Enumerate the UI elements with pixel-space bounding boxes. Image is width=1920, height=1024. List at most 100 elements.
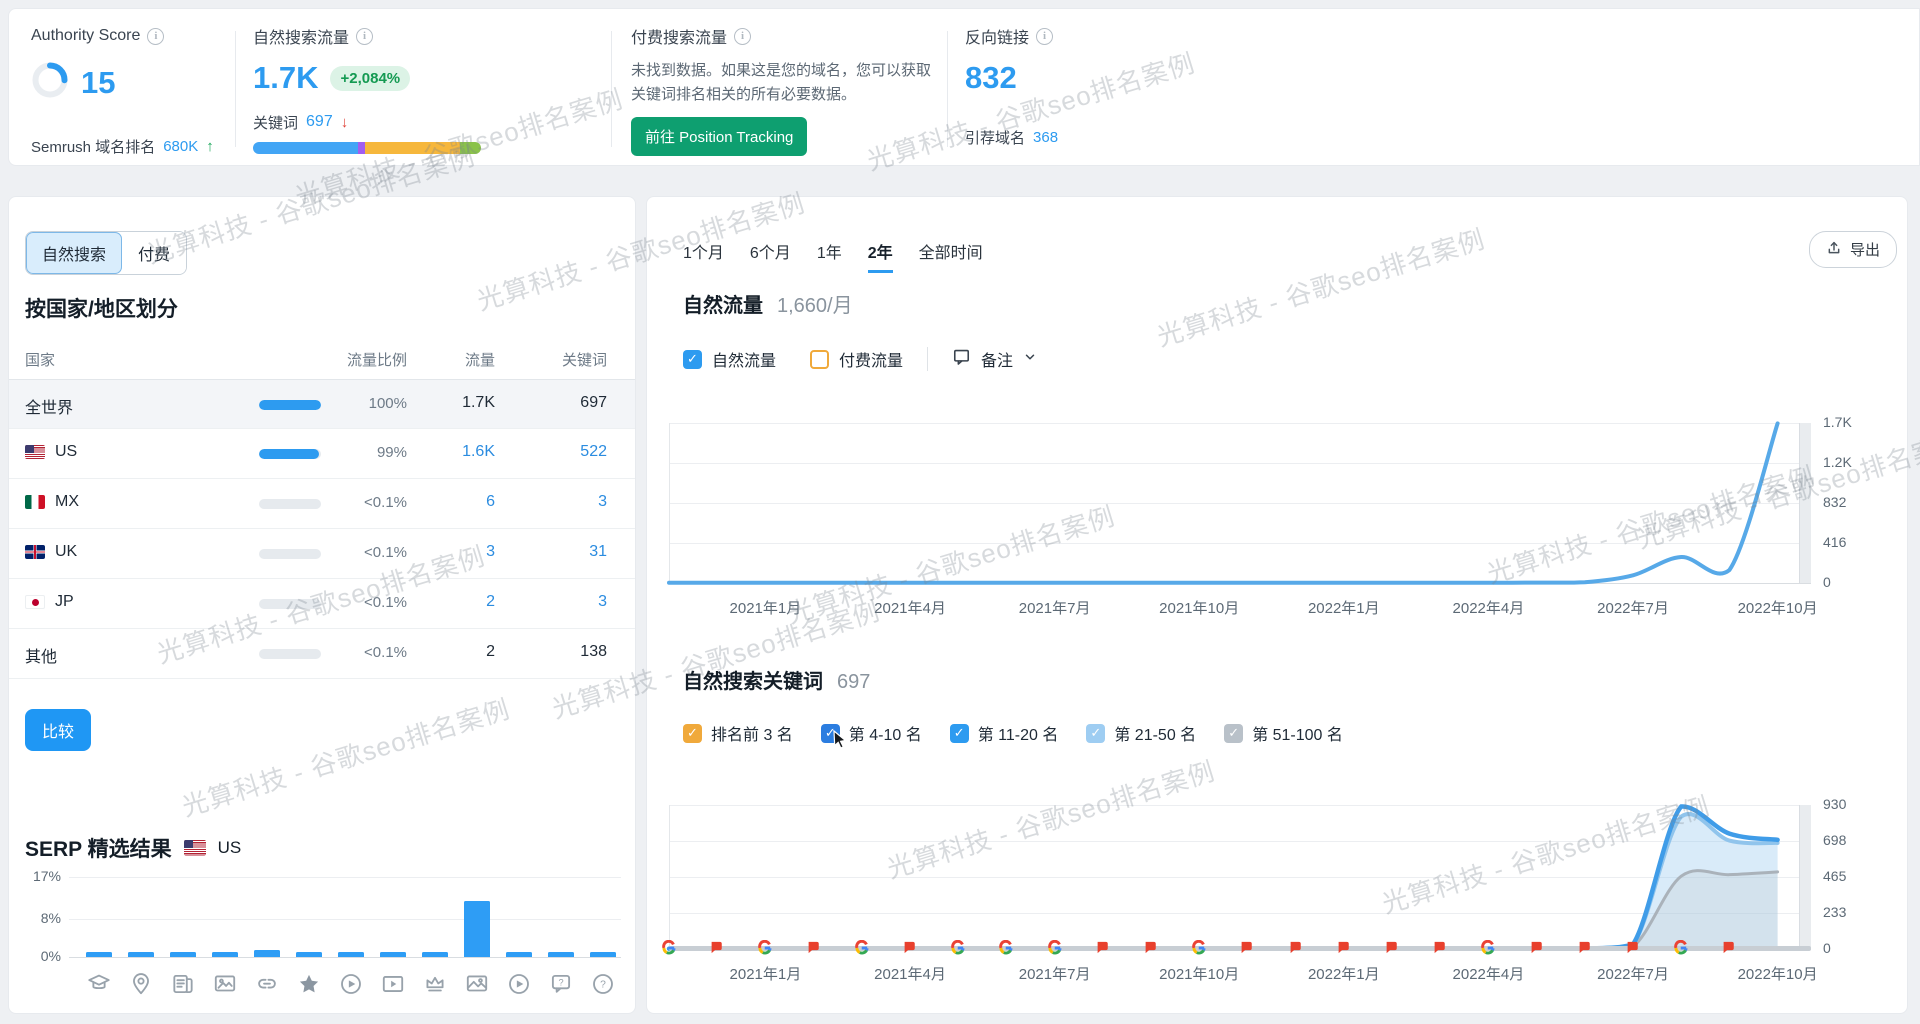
country-name: MX	[25, 493, 79, 511]
trend-up-icon: ↑	[206, 138, 214, 155]
paid-traffic-checkbox[interactable]	[810, 350, 829, 369]
organic-traffic-monthly-value: 1,660/月	[777, 289, 853, 318]
compare-button[interactable]: 比较	[25, 709, 91, 751]
keywords-value[interactable]: 3	[507, 593, 607, 611]
y-axis-label: 698	[1823, 832, 1846, 848]
table-row[interactable]: US99%1.6K522	[9, 429, 635, 479]
x-axis-label: 2022年4月	[1453, 963, 1525, 984]
info-icon[interactable]: i	[147, 28, 164, 45]
table-row[interactable]: 全世界100%1.7K697	[9, 379, 635, 429]
organic-traffic-chart	[669, 423, 1799, 583]
serp-region: US	[218, 838, 242, 858]
legend-checkbox[interactable]: ✓	[683, 724, 702, 743]
mouse-cursor-icon	[832, 730, 850, 750]
uk-flag-icon	[25, 545, 45, 559]
traffic-share-value: 100%	[309, 395, 407, 412]
chevron-down-icon[interactable]	[1023, 350, 1037, 369]
traffic-value[interactable]: 1.6K	[411, 443, 495, 461]
serp-feature-bar	[422, 952, 448, 957]
keywords-value[interactable]: 31	[507, 543, 607, 561]
legend-item[interactable]: ✓第 11-20 名	[950, 721, 1059, 745]
info-icon[interactable]: i	[734, 28, 751, 45]
google-marker-icon	[950, 940, 966, 956]
legend-label: 排名前 3 名	[711, 721, 793, 745]
red-flag-marker-icon	[1239, 940, 1255, 956]
legend-item[interactable]: ✓第 4-10 名	[821, 721, 922, 745]
traffic-value[interactable]: 2	[411, 593, 495, 611]
y-axis-label: 0	[1823, 940, 1831, 956]
organic-keywords-chart	[669, 805, 1799, 949]
export-button[interactable]: 导出	[1809, 231, 1897, 268]
organic-keywords-count: 697	[837, 671, 870, 694]
serp-feature-bar	[212, 952, 238, 957]
x-axis-label: 2021年10月	[1159, 597, 1239, 618]
graduation-cap-icon	[86, 971, 112, 997]
y-axis-label: 233	[1823, 904, 1846, 920]
legend-item[interactable]: ✓第 21-50 名	[1086, 721, 1196, 745]
svg-text:?: ?	[600, 979, 606, 990]
keywords-value[interactable]: 3	[507, 493, 607, 511]
range-tab-1个月[interactable]: 1个月	[683, 239, 724, 273]
organic-traffic-title: 自然搜索流量	[253, 24, 349, 48]
keywords-value[interactable]: 522	[507, 443, 607, 461]
star-icon	[296, 971, 322, 997]
country-name: 全世界	[25, 394, 73, 418]
table-row[interactable]: UK<0.1%331	[9, 529, 635, 579]
google-marker-icon	[1047, 940, 1063, 956]
traffic-value[interactable]: 6	[411, 493, 495, 511]
table-row[interactable]: MX <0.1%63	[9, 479, 635, 529]
authority-score-card: Authority Scorei 15 Semrush 域名排名680K↑	[31, 25, 226, 157]
table-row[interactable]: 其他<0.1%2138	[9, 629, 635, 679]
image-box-icon	[212, 971, 238, 997]
keywords-value[interactable]: 697	[306, 113, 333, 131]
range-tab-6个月[interactable]: 6个月	[750, 239, 791, 273]
distribution-segment-4	[460, 142, 481, 154]
serp-feature-bar	[170, 952, 196, 957]
country-section-heading: 按国家/地区划分	[25, 293, 178, 323]
x-axis-label: 2021年10月	[1159, 963, 1239, 984]
backlinks-title: 反向链接	[965, 24, 1029, 48]
red-flag-marker-icon	[1625, 940, 1641, 956]
info-icon[interactable]: i	[1036, 28, 1053, 45]
video-icon	[338, 971, 364, 997]
tab-自然搜索[interactable]: 自然搜索	[26, 232, 122, 274]
traffic-value[interactable]: 3	[411, 543, 495, 561]
legend-checkbox[interactable]: ✓	[1086, 724, 1105, 743]
legend-checkbox[interactable]: ✓	[950, 724, 969, 743]
traffic-value: 1.7K	[411, 394, 495, 412]
organic-traffic-checkbox[interactable]: ✓	[683, 350, 702, 369]
jp-flag-icon	[25, 595, 45, 609]
position-tracking-button[interactable]: 前往 Position Tracking	[631, 117, 807, 156]
traffic-share-value: <0.1%	[309, 494, 407, 511]
legend-item[interactable]: ✓ 排名前 3 名	[683, 721, 793, 745]
range-tab-全部时间[interactable]: 全部时间	[919, 239, 983, 273]
range-tab-1年[interactable]: 1年	[817, 239, 842, 273]
range-tab-2年[interactable]: 2年	[868, 239, 893, 273]
export-icon	[1826, 240, 1842, 260]
legend-item[interactable]: ✓第 51-100 名	[1224, 721, 1343, 745]
video-carousel-icon	[506, 971, 532, 997]
country-name: UK	[25, 543, 77, 561]
table-row[interactable]: JP<0.1%23	[9, 579, 635, 629]
paid-traffic-message: 未找到数据。如果这是您的域名，您可以获取关键词排名相关的所有必要数据。	[631, 59, 971, 107]
red-flag-marker-icon	[1384, 940, 1400, 956]
semrush-rank-value[interactable]: 680K	[163, 138, 198, 155]
serp-feature-bar	[590, 952, 616, 957]
organic-keywords-chart-title: 自然搜索关键词 697	[683, 665, 870, 694]
serp-feature-bar	[128, 952, 154, 957]
mx-flag-icon	[25, 495, 45, 509]
keywords-label: 关键词	[253, 112, 298, 133]
backlinks-value[interactable]: 832	[965, 59, 1017, 97]
y-axis-label: 465	[1823, 868, 1846, 884]
notes-label[interactable]: 备注	[981, 347, 1013, 371]
keyword-distribution-bar	[253, 142, 481, 154]
image-pack-icon	[464, 971, 490, 997]
ref-domains-value[interactable]: 368	[1033, 129, 1058, 146]
country-table-body: 全世界100%1.7K697US99%1.6K522MX<0.1%63UK<0.…	[9, 379, 635, 679]
chart-scroll-strip	[1799, 423, 1811, 583]
legend-checkbox[interactable]: ✓	[1224, 724, 1243, 743]
country-name: 其他	[25, 643, 57, 667]
info-icon[interactable]: i	[356, 28, 373, 45]
tab-付费[interactable]: 付费	[122, 232, 186, 274]
x-axis-label: 2022年10月	[1738, 597, 1818, 618]
